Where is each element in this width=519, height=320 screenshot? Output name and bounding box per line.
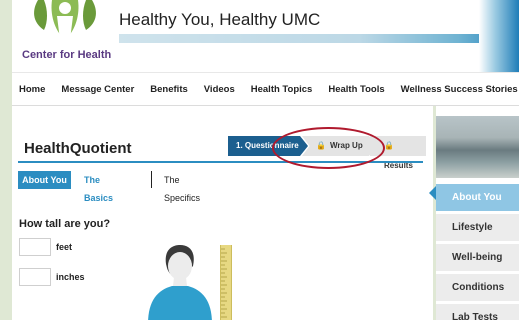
logo-figure-icon[interactable] — [30, 0, 100, 44]
nav-benefits[interactable]: Benefits — [150, 73, 187, 105]
sidebar-item-conditions[interactable]: Conditions — [436, 274, 519, 301]
main-nav: Home Message Center Benefits Videos Health T… — [12, 72, 519, 106]
tab-about-you[interactable]: About You — [18, 171, 71, 189]
feet-input[interactable] — [19, 238, 51, 256]
nav-health-tools[interactable]: Health Tools — [328, 73, 384, 105]
person-silhouette-icon — [148, 245, 212, 320]
height-question: How tall are you? — [19, 218, 111, 230]
nav-wellness-success-stories[interactable]: Wellness Success Stories — [401, 73, 518, 105]
tab-divider — [151, 171, 152, 188]
header-decoration — [479, 0, 519, 72]
site-header: Center for Health Healthy You, Healthy U… — [12, 0, 519, 72]
sidebar: About You Lifestyle Well-being Condition… — [436, 106, 519, 320]
nav-health-topics[interactable]: Health Topics — [251, 73, 313, 105]
site-title: Healthy You, Healthy UMC — [119, 10, 321, 29]
feet-label: feet — [56, 242, 73, 252]
height-ruler-icon — [220, 245, 232, 320]
highlight-annotation — [272, 127, 385, 169]
nav-videos[interactable]: Videos — [204, 73, 235, 105]
title-accent-bar — [119, 34, 519, 43]
sidebar-item-lab-tests[interactable]: Lab Tests — [436, 304, 519, 320]
inches-label: inches — [56, 272, 85, 282]
sidebar-item-lifestyle[interactable]: Lifestyle — [436, 214, 519, 241]
page-title: HealthQuotient — [24, 140, 132, 157]
inches-input[interactable] — [19, 268, 51, 286]
sidebar-item-well-being[interactable]: Well-being — [436, 244, 519, 271]
tab-the-basics[interactable]: The Basics — [84, 171, 113, 203]
lock-icon: 🔒 — [384, 141, 394, 150]
nav-message-center[interactable]: Message Center — [61, 73, 134, 105]
sidebar-photo — [436, 116, 519, 178]
org-name: Center for Health — [22, 49, 112, 61]
nav-home[interactable]: Home — [19, 73, 45, 105]
active-pointer-icon — [429, 186, 436, 200]
tab-the-specifics[interactable]: The Specifics — [164, 171, 200, 203]
sidebar-item-about-you[interactable]: About You — [436, 184, 519, 211]
